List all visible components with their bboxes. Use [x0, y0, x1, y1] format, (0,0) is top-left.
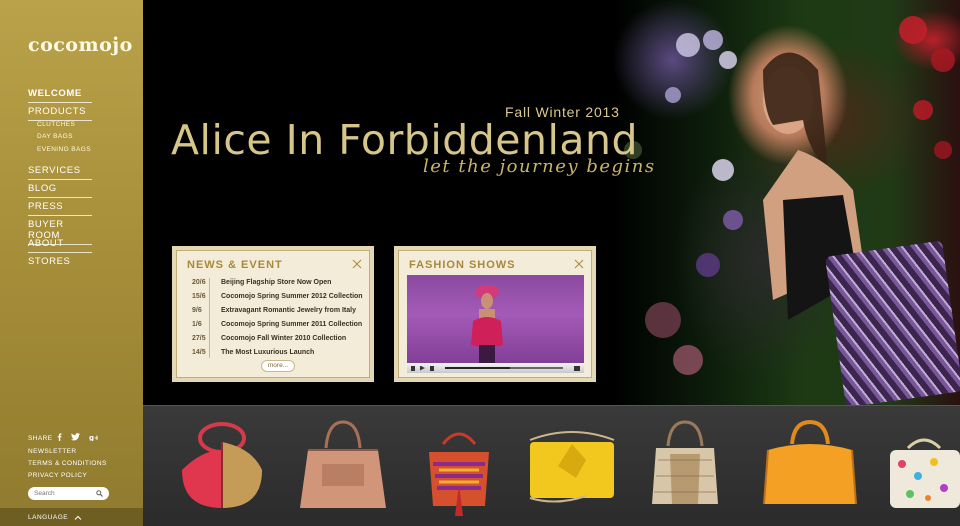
- news-more-button[interactable]: more...: [261, 360, 295, 372]
- video-prev-icon[interactable]: [411, 365, 415, 371]
- news-item[interactable]: 27/5 Cocomojo Fall Winter 2010 Collectio…: [186, 333, 366, 347]
- privacy-link[interactable]: PRIVACY POLICY: [28, 472, 87, 479]
- news-headline[interactable]: Cocomojo Spring Summer 2012 Collection: [221, 293, 363, 300]
- newsletter-link[interactable]: NEWSLETTER: [28, 448, 76, 455]
- news-date: 14/5: [192, 349, 206, 356]
- news-panel-title: NEWS & EVENT: [187, 259, 283, 271]
- close-icon[interactable]: [574, 256, 584, 274]
- fashion-shows-panel: FASHION SHOWS: [394, 246, 596, 382]
- twitter-icon[interactable]: [71, 433, 80, 441]
- brand-logo[interactable]: cocomojo: [28, 34, 132, 56]
- news-item[interactable]: 1/6 Cocomojo Spring Summer 2011 Collecti…: [186, 319, 366, 333]
- bag-red-gold-hobo[interactable]: [176, 420, 268, 512]
- language-label: LANGUAGE: [28, 513, 69, 521]
- terms-link[interactable]: TERMS & CONDITIONS: [28, 460, 107, 467]
- search-box: [28, 487, 109, 500]
- nav-welcome[interactable]: WELCOME: [28, 88, 92, 103]
- video-progress-bar[interactable]: [445, 367, 563, 369]
- volume-icon[interactable]: [574, 365, 580, 371]
- bag-tan-python-tote[interactable]: [298, 418, 388, 512]
- share-icons: g+: [57, 433, 98, 441]
- play-icon[interactable]: [420, 365, 425, 371]
- search-input[interactable]: [34, 490, 92, 497]
- nav-about[interactable]: ABOUT: [28, 238, 92, 253]
- product-strip: [143, 405, 960, 526]
- nav-press[interactable]: PRESS: [28, 201, 92, 216]
- search-icon[interactable]: [96, 490, 103, 497]
- video-controls: [407, 363, 584, 373]
- hero-tagline: let the journey begins: [423, 156, 656, 177]
- news-list: 20/6 Beijing Flagship Store Now Open 15/…: [186, 277, 366, 361]
- news-headline[interactable]: The Most Luxurious Launch: [221, 349, 314, 356]
- video-player[interactable]: [407, 275, 584, 373]
- nav-blog[interactable]: BLOG: [28, 183, 92, 198]
- facebook-icon[interactable]: [57, 433, 62, 441]
- news-date: 27/5: [192, 335, 206, 342]
- chevron-up-icon: [74, 515, 82, 520]
- nav-products[interactable]: PRODUCTS: [28, 106, 92, 121]
- nav-sub-clutches[interactable]: CLUTCHES: [37, 121, 75, 128]
- language-selector[interactable]: LANGUAGE: [0, 508, 143, 526]
- bag-multicolor-bucket[interactable]: [423, 424, 495, 516]
- google-plus-icon[interactable]: g+: [89, 433, 98, 441]
- news-headline[interactable]: Beijing Flagship Store Now Open: [221, 279, 331, 286]
- sidebar: cocomojo WELCOME PRODUCTS CLUTCHES DAY B…: [0, 0, 143, 526]
- bag-embellished-white[interactable]: [888, 436, 960, 512]
- news-item[interactable]: 14/5 The Most Luxurious Launch: [186, 347, 366, 361]
- svg-text:g+: g+: [89, 434, 98, 441]
- bag-orange-satchel[interactable]: [762, 420, 858, 510]
- news-item[interactable]: 15/6 Cocomojo Spring Summer 2012 Collect…: [186, 291, 366, 305]
- nav-services[interactable]: SERVICES: [28, 165, 92, 180]
- news-event-panel: NEWS & EVENT 20/6 Beijing Flagship Store…: [172, 246, 374, 382]
- news-headline[interactable]: Extravagant Romantic Jewelry from Italy: [221, 307, 356, 314]
- share-label: SHARE: [28, 435, 53, 442]
- news-item[interactable]: 9/6 Extravagant Romantic Jewelry from It…: [186, 305, 366, 319]
- news-date: 20/6: [192, 279, 206, 286]
- news-item[interactable]: 20/6 Beijing Flagship Store Now Open: [186, 277, 366, 291]
- close-icon[interactable]: [352, 256, 362, 274]
- nav-sub-day-bags[interactable]: DAY BAGS: [37, 133, 73, 140]
- news-headline[interactable]: Cocomojo Spring Summer 2011 Collection: [221, 321, 362, 328]
- hero-featured-bag: [824, 240, 960, 405]
- runway-model-thumbnail: [471, 285, 503, 363]
- news-date: 15/6: [192, 293, 206, 300]
- hero-model-photo: [613, 0, 960, 405]
- fashion-shows-title: FASHION SHOWS: [409, 259, 516, 271]
- nav-stores[interactable]: STORES: [28, 256, 92, 270]
- news-date: 1/6: [192, 321, 202, 328]
- video-next-icon[interactable]: [430, 365, 434, 371]
- news-headline[interactable]: Cocomojo Fall Winter 2010 Collection: [221, 335, 346, 342]
- bag-yellow-clutch[interactable]: [526, 430, 618, 506]
- nav-sub-evening-bags[interactable]: EVENING BAGS: [37, 146, 91, 153]
- news-date: 9/6: [192, 307, 202, 314]
- bag-snakeskin-tote[interactable]: [650, 420, 720, 510]
